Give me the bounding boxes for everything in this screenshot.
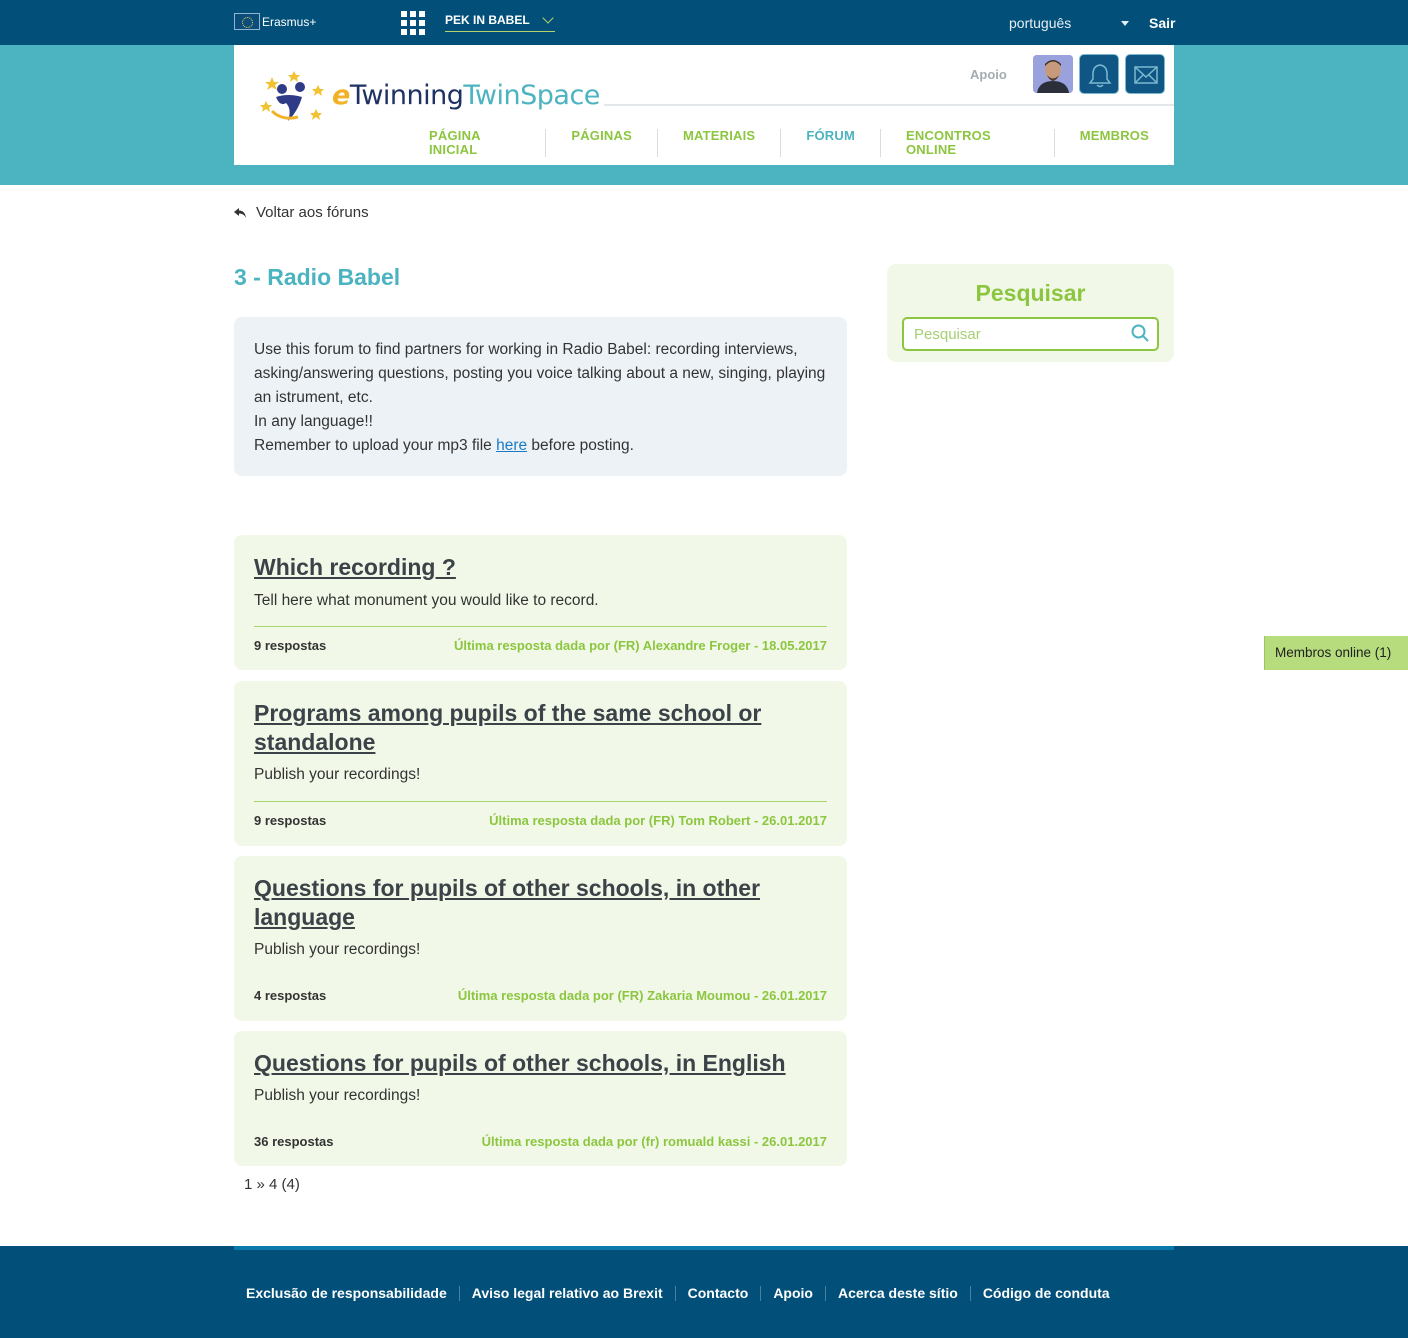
nav-pages[interactable]: PÁGINAS (545, 129, 657, 157)
pagination[interactable]: 1 » 4 (4) (244, 1176, 300, 1193)
description-text: Use this forum to find partners for work… (254, 341, 826, 406)
nav-home[interactable]: PÁGINA INICIAL (404, 129, 545, 157)
topic-divider (254, 626, 827, 627)
back-link-label: Voltar aos fóruns (256, 204, 369, 221)
footer-disclaimer-link[interactable]: Exclusão de responsabilidade (234, 1286, 459, 1301)
search-panel: Pesquisar (887, 264, 1174, 362)
topic-replies-count: 36 respostas (254, 1134, 334, 1149)
topic-description: Publish your recordings! (254, 766, 421, 783)
topic-last-reply: Última resposta dada por (FR) Alexandre … (453, 638, 827, 653)
erasmus-label: Erasmus+ (262, 14, 317, 29)
forum-description: Use this forum to find partners for work… (234, 317, 847, 476)
footer-support-link[interactable]: Apoio (760, 1286, 825, 1301)
apps-grid-icon[interactable] (401, 11, 425, 35)
topic-card: Questions for pupils of other schools, i… (234, 1031, 847, 1166)
topic-description: Tell here what monument you would like t… (254, 592, 599, 609)
eu-flag-icon (234, 13, 260, 30)
topic-last-reply: Última resposta dada por (FR) Tom Robert… (489, 813, 827, 828)
nav-forum[interactable]: FÓRUM (780, 129, 880, 157)
description-text-3: Remember to upload your mp3 file here be… (254, 437, 634, 454)
reply-arrow-icon (234, 207, 246, 218)
topic-card: Which recording ? Tell here what monumen… (234, 535, 847, 670)
footer-brexit-link[interactable]: Aviso legal relativo ao Brexit (458, 1286, 675, 1301)
erasmus-logo[interactable]: Erasmus+ (234, 13, 316, 30)
footer-nav: Exclusão de responsabilidade Aviso legal… (234, 1286, 1122, 1301)
top-bar: Erasmus+ PEK IN BABEL português Sair (0, 0, 1408, 45)
nav-members[interactable]: MEMBROS (1053, 129, 1174, 157)
topic-replies-count: 9 respostas (254, 638, 327, 653)
user-photo-icon (1033, 55, 1073, 93)
online-members-tab[interactable]: Membros online (1) (1264, 636, 1408, 670)
mail-icon (1134, 66, 1158, 84)
user-avatar[interactable] (1033, 55, 1073, 93)
upload-here-link[interactable]: here (496, 437, 527, 454)
footer-code-of-conduct-link[interactable]: Código de conduta (969, 1286, 1122, 1301)
back-to-forums-link[interactable]: Voltar aos fóruns (234, 204, 369, 221)
topic-last-reply: Última resposta dada por (FR) Zakaria Mo… (457, 988, 827, 1003)
footer-about-link[interactable]: Acerca deste sítio (824, 1286, 970, 1301)
topic-title-link[interactable]: Which recording ? (254, 553, 834, 582)
footer-accent-line (234, 1246, 1174, 1250)
search-icon[interactable] (1131, 324, 1149, 342)
language-value: português (1009, 15, 1072, 31)
topic-last-reply: Última resposta dada por (fr) romuald ka… (481, 1134, 827, 1149)
project-name: PEK IN BABEL (445, 13, 530, 27)
etwinning-figures-icon (260, 71, 324, 121)
support-link[interactable]: Apoio (970, 67, 1007, 82)
topic-description: Publish your recordings! (254, 941, 421, 958)
language-select[interactable]: português (1009, 15, 1129, 31)
nav-materials[interactable]: MATERIAIS (656, 129, 780, 157)
chevron-down-icon (542, 12, 554, 24)
nav-online-meetings[interactable]: ENCONTROS ONLINE (879, 129, 1054, 157)
search-input[interactable] (902, 317, 1159, 351)
topic-description: Publish your recordings! (254, 1087, 421, 1104)
search-title: Pesquisar (975, 280, 1086, 306)
footer: Exclusão de responsabilidade Aviso legal… (0, 1246, 1408, 1338)
etwinning-twinspace-logo[interactable]: eTwinningTwinSpace (258, 67, 600, 129)
topic-card: Programs among pupils of the same school… (234, 681, 847, 846)
page-title: 3 - Radio Babel (234, 264, 401, 290)
topic-replies-count: 4 respostas (254, 988, 327, 1003)
topic-title-link[interactable]: Programs among pupils of the same school… (254, 699, 834, 757)
bell-icon (1088, 64, 1112, 88)
project-selector[interactable]: PEK IN BABEL (445, 12, 555, 32)
caret-down-icon (1121, 21, 1129, 26)
topic-title-link[interactable]: Questions for pupils of other schools, i… (254, 874, 834, 932)
topic-title-link[interactable]: Questions for pupils of other schools, i… (254, 1049, 834, 1078)
main-nav: PÁGINA INICIAL PÁGINAS MATERIAIS FÓRUM E… (404, 129, 1174, 157)
topic-divider (254, 801, 827, 802)
description-text-2: In any language!! (254, 413, 373, 430)
logo-text: eTwinningTwinSpace (332, 80, 600, 111)
notifications-button[interactable] (1079, 54, 1119, 94)
logout-link[interactable]: Sair (1149, 15, 1175, 31)
topic-replies-count: 9 respostas (254, 813, 327, 828)
topic-card: Questions for pupils of other schools, i… (234, 856, 847, 1021)
header: eTwinningTwinSpace Apoio PÁGINA INICIAL … (234, 45, 1174, 165)
messages-button[interactable] (1125, 54, 1165, 94)
footer-contact-link[interactable]: Contacto (674, 1286, 761, 1301)
header-divider (604, 104, 1174, 106)
